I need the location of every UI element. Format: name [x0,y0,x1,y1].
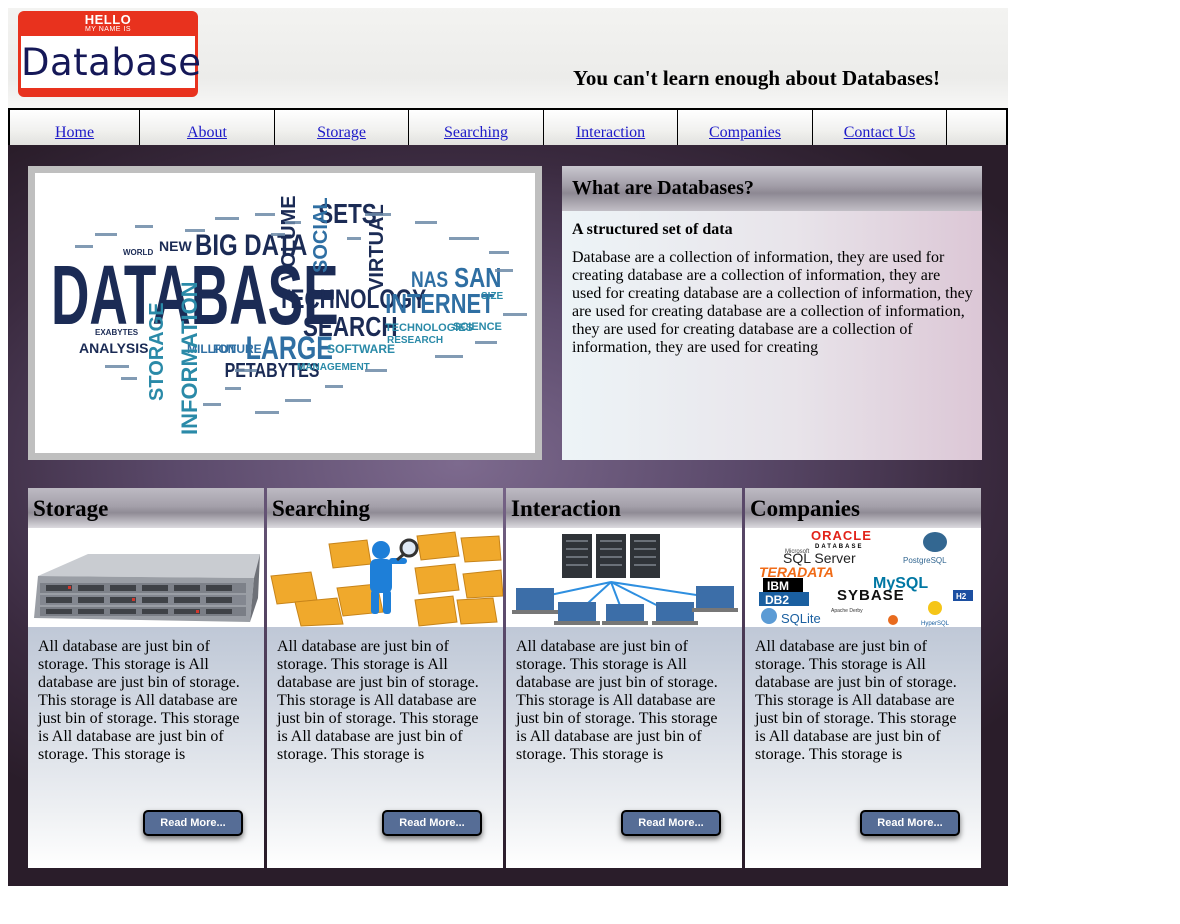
card-title: Interaction [506,488,742,528]
nav-link-interaction[interactable]: Interaction [544,110,677,143]
header: HELLO MY NAME IS Database You can't lear… [8,8,1008,108]
nav-item-about: About [140,110,275,145]
word-cloud-word: MANAGEMENT [297,362,370,373]
main-content: DATABASE BIG DATA SETS TECHNOLOGY SEARCH… [8,145,1008,886]
nav-item-storage: Storage [275,110,409,145]
company-logo-text: HyperSQL [921,621,950,627]
nav-link-about[interactable]: About [140,110,274,143]
word-cloud-word: NAS [411,268,448,292]
word-cloud-word: WORLD [123,248,153,257]
word-cloud-word: EXABYTES [95,328,139,337]
company-logo-text: IBM [767,579,789,593]
nav-link-storage[interactable]: Storage [275,110,408,143]
card-text: All database are just bin of storage. Th… [516,638,718,763]
database-word-cloud-image: DATABASE BIG DATA SETS TECHNOLOGY SEARCH… [35,173,535,453]
card-title: Storage [28,488,264,528]
nav-item-companies: Companies [678,110,813,145]
logo-name-box: Database [21,36,202,88]
word-cloud-word: ANALYSIS [79,340,149,356]
word-cloud-word: SOFTWARE [327,342,395,356]
word-cloud-word: INFORMATION [177,281,202,435]
company-logo-text: PostgreSQL [903,556,947,565]
company-logo-text: ORACLE [811,528,872,543]
info-title: What are Databases? [562,166,982,211]
nav-link-searching[interactable]: Searching [409,110,543,143]
nav-item-interaction: Interaction [544,110,678,145]
company-logo-text: DB2 [765,593,789,607]
nav-link-contact-us[interactable]: Contact Us [813,110,946,143]
read-more-button[interactable]: Read More... [143,810,243,836]
company-logo-text: SYBASE [837,587,905,604]
card-text: All database are just bin of storage. Th… [755,638,957,763]
read-more-button[interactable]: Read More... [382,810,482,836]
company-logo-text: Apache Derby [831,608,863,614]
read-more-button[interactable]: Read More... [621,810,721,836]
logo: HELLO MY NAME IS Database [18,11,202,97]
card-searching: Searching All database are just bin of s… [267,488,503,868]
word-cloud-word: FUTURE [213,342,262,356]
word-cloud-word: VIRTUAL [366,204,388,291]
read-more-button[interactable]: Read More... [860,810,960,836]
word-cloud-word: SOCIAL [310,197,332,273]
logo-my-name-is-text: MY NAME IS [84,26,132,33]
word-cloud-word: SAN [454,263,501,294]
card-text: All database are just bin of storage. Th… [38,638,240,763]
info-panel: What are Databases? A structured set of … [562,166,982,460]
company-logo-text: TERADATA [759,564,834,580]
database-companies-logos-image: ORACLE DATABASE Microsoft SQL Server Pos… [745,528,981,627]
logo-name-text: Database [21,41,202,84]
company-logo-text: H2 [956,592,967,601]
word-cloud-word: RESEARCH [387,335,443,346]
info-subtitle: A structured set of data [572,221,733,238]
storage-server-image [28,528,264,627]
card-interaction: Interaction All database are just bin of… [506,488,742,868]
page: HELLO MY NAME IS Database You can't lear… [8,8,1008,886]
word-cloud-word: SIZE [481,291,504,302]
word-cloud-word: STORAGE [146,302,168,401]
company-logo-text: SQLite [781,611,821,626]
card-text: All database are just bin of storage. Th… [277,638,479,763]
tagline: You can't learn enough about Databases! [573,66,940,90]
word-cloud-word: VOLUME [278,195,300,281]
card-title: Searching [267,488,503,528]
nav-link-companies[interactable]: Companies [678,110,812,143]
searching-folders-image [267,528,503,627]
hero-image-frame: DATABASE BIG DATA SETS TECHNOLOGY SEARCH… [28,166,542,460]
word-cloud-word: NEW [159,238,192,254]
nav-item-contact-us: Contact Us [813,110,947,145]
interaction-network-image [506,528,742,627]
nav-item-home: Home [10,110,140,145]
card-title: Companies [745,488,981,528]
logo-hello-text: HELLO [84,12,132,27]
nav-link-home[interactable]: Home [10,110,139,143]
info-body: Database are a collection of information… [572,249,973,356]
nav-item-searching: Searching [409,110,544,145]
nav-bar: Home About Storage Searching Interaction… [8,108,1008,145]
card-storage: Storage All database are just bin of sto… [28,488,264,868]
word-cloud-word: SCIENCE [453,321,502,333]
card-companies: Companies ORACLE DATABASE Microsoft SQL … [745,488,981,868]
